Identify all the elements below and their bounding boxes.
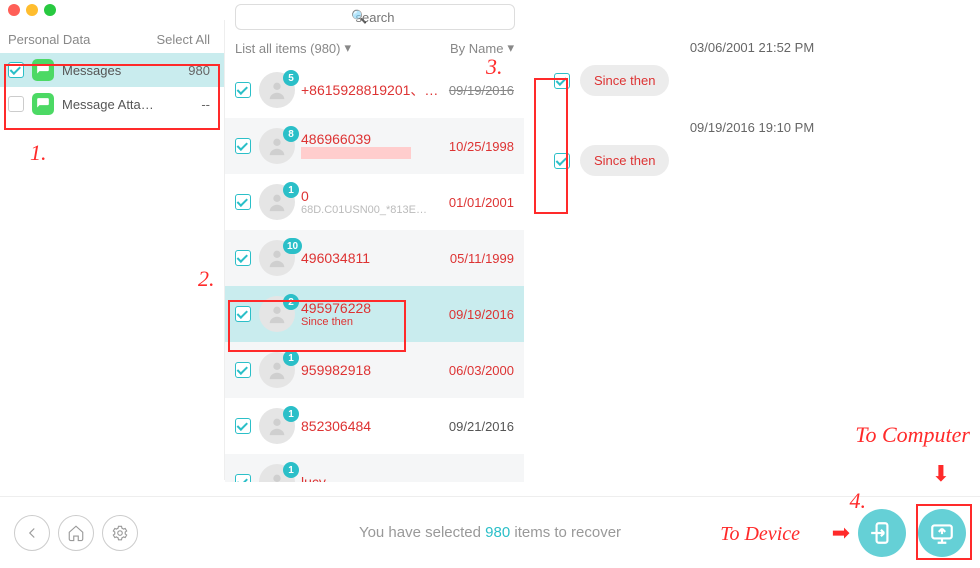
thread-title: lucy [301, 474, 508, 482]
unread-badge: 1 [283, 350, 299, 366]
thread-row[interactable]: 5+8615928819201、…09/19/2016 [225, 62, 524, 118]
thread-checkbox[interactable] [235, 194, 251, 210]
thread-title: 495976228 [301, 300, 443, 316]
thread-checkbox[interactable] [235, 474, 251, 482]
thread-checkbox[interactable] [235, 362, 251, 378]
thread-title: 0 [301, 188, 443, 204]
thread-checkbox[interactable] [235, 138, 251, 154]
sidebar-item-count: -- [201, 97, 210, 112]
sidebar-header: Personal Data [8, 32, 90, 47]
search-bar[interactable]: 🔍 [235, 4, 515, 30]
unread-badge: 1 [283, 182, 299, 198]
annotation-label-2: 2. [198, 266, 215, 292]
thread-title: +8615928819201、… [301, 80, 443, 100]
message-bubble[interactable]: Since then [580, 145, 669, 176]
thread-date: 10/25/1998 [449, 139, 514, 154]
message-checkbox[interactable] [554, 73, 570, 89]
unread-badge: 10 [283, 238, 302, 254]
thread-title: 486966039 [301, 131, 443, 147]
search-input[interactable] [235, 4, 515, 30]
sort-dropdown[interactable]: By Name ▾ [450, 40, 514, 56]
thread-row[interactable]: 195998291806/03/2000 [225, 342, 524, 398]
thread-checkbox[interactable] [235, 306, 251, 322]
thread-preview [301, 147, 443, 162]
annotation-to-computer: To Computer [855, 422, 970, 448]
message-row: Since then [554, 65, 960, 96]
message-timestamp: 09/19/2016 19:10 PM [544, 120, 960, 135]
chevron-down-icon: ▾ [507, 40, 514, 56]
avatar: 10 [259, 240, 295, 276]
window-close-button[interactable] [8, 4, 20, 16]
annotation-label-4: 4. [850, 488, 867, 514]
arrow-right-icon: ➡ [832, 520, 850, 546]
thread-date: 09/19/2016 [449, 83, 514, 98]
conversation-panel: 03/06/2001 21:52 PM Since then 09/19/201… [524, 20, 980, 480]
thread-row[interactable]: 1lucy [225, 454, 524, 482]
thread-date: 01/01/2001 [449, 195, 514, 210]
sidebar-item-message-attachments[interactable]: Message Atta… -- [0, 87, 224, 121]
annotation-label-1: 1. [30, 140, 47, 166]
unread-badge: 1 [283, 462, 299, 478]
avatar: 1 [259, 464, 295, 482]
thread-preview: 68D.C01USN00_*813E… [301, 204, 443, 216]
message-bubble[interactable]: Since then [580, 65, 669, 96]
thread-date: 09/21/2016 [449, 419, 514, 434]
export-to-computer-button[interactable] [918, 509, 966, 557]
annotation-to-device: To Device [720, 523, 800, 546]
thread-title: 852306484 [301, 418, 443, 434]
attachment-icon [32, 93, 54, 115]
export-to-device-button[interactable] [858, 509, 906, 557]
thread-date: 06/03/2000 [449, 363, 514, 378]
avatar: 1 [259, 408, 295, 444]
thread-date: 09/19/2016 [449, 307, 514, 322]
unread-badge: 2 [283, 294, 299, 310]
footer-status: You have selected 980 items to recover [359, 524, 621, 541]
unread-badge: 8 [283, 126, 299, 142]
sidebar-item-count: 980 [188, 63, 210, 78]
window-zoom-button[interactable] [44, 4, 56, 16]
window-minimize-button[interactable] [26, 4, 38, 16]
messages-icon [32, 59, 54, 81]
thread-list-panel: 🔍 List all items (980) ▾ By Name ▾ 5+861… [224, 20, 524, 480]
avatar: 2 [259, 296, 295, 332]
avatar: 1 [259, 352, 295, 388]
sidebar-item-label: Messages [62, 63, 121, 78]
chevron-down-icon: ▾ [344, 40, 351, 56]
thread-title: 496034811 [301, 250, 444, 266]
list-filter-dropdown[interactable]: List all items (980) ▾ [235, 40, 351, 56]
thread-row[interactable]: 1049603481105/11/1999 [225, 230, 524, 286]
thread-checkbox[interactable] [235, 250, 251, 266]
thread-checkbox[interactable] [235, 418, 251, 434]
thread-row[interactable]: 2495976228Since then09/19/2016 [225, 286, 524, 342]
message-row: Since then [554, 145, 960, 176]
message-timestamp: 03/06/2001 21:52 PM [544, 40, 960, 55]
checkbox-icon[interactable] [8, 96, 24, 112]
thread-title: 959982918 [301, 362, 443, 378]
arrow-down-icon: ➡ [928, 464, 954, 482]
sidebar-item-messages[interactable]: Messages 980 [0, 53, 224, 87]
thread-row[interactable]: 1068D.C01USN00_*813E… 01/01/2001 [225, 174, 524, 230]
sidebar-item-label: Message Atta… [62, 97, 154, 112]
avatar: 1 [259, 184, 295, 220]
unread-badge: 1 [283, 406, 299, 422]
select-all-link[interactable]: Select All [157, 32, 210, 47]
avatar: 5 [259, 72, 295, 108]
thread-row[interactable]: 185230648409/21/2016 [225, 398, 524, 454]
unread-badge: 5 [283, 70, 299, 86]
thread-preview: Since then [301, 316, 443, 328]
avatar: 8 [259, 128, 295, 164]
message-checkbox[interactable] [554, 153, 570, 169]
sidebar: Personal Data Select All Messages 980 Me… [0, 20, 224, 480]
thread-row[interactable]: 848696603910/25/1998 [225, 118, 524, 174]
settings-button[interactable] [102, 515, 138, 551]
thread-date: 05/11/1999 [450, 251, 514, 266]
checkbox-icon[interactable] [8, 62, 24, 78]
thread-checkbox[interactable] [235, 82, 251, 98]
home-button[interactable] [58, 515, 94, 551]
annotation-label-3: 3. [486, 54, 503, 80]
back-button[interactable] [14, 515, 50, 551]
search-icon: 🔍 [351, 9, 367, 25]
